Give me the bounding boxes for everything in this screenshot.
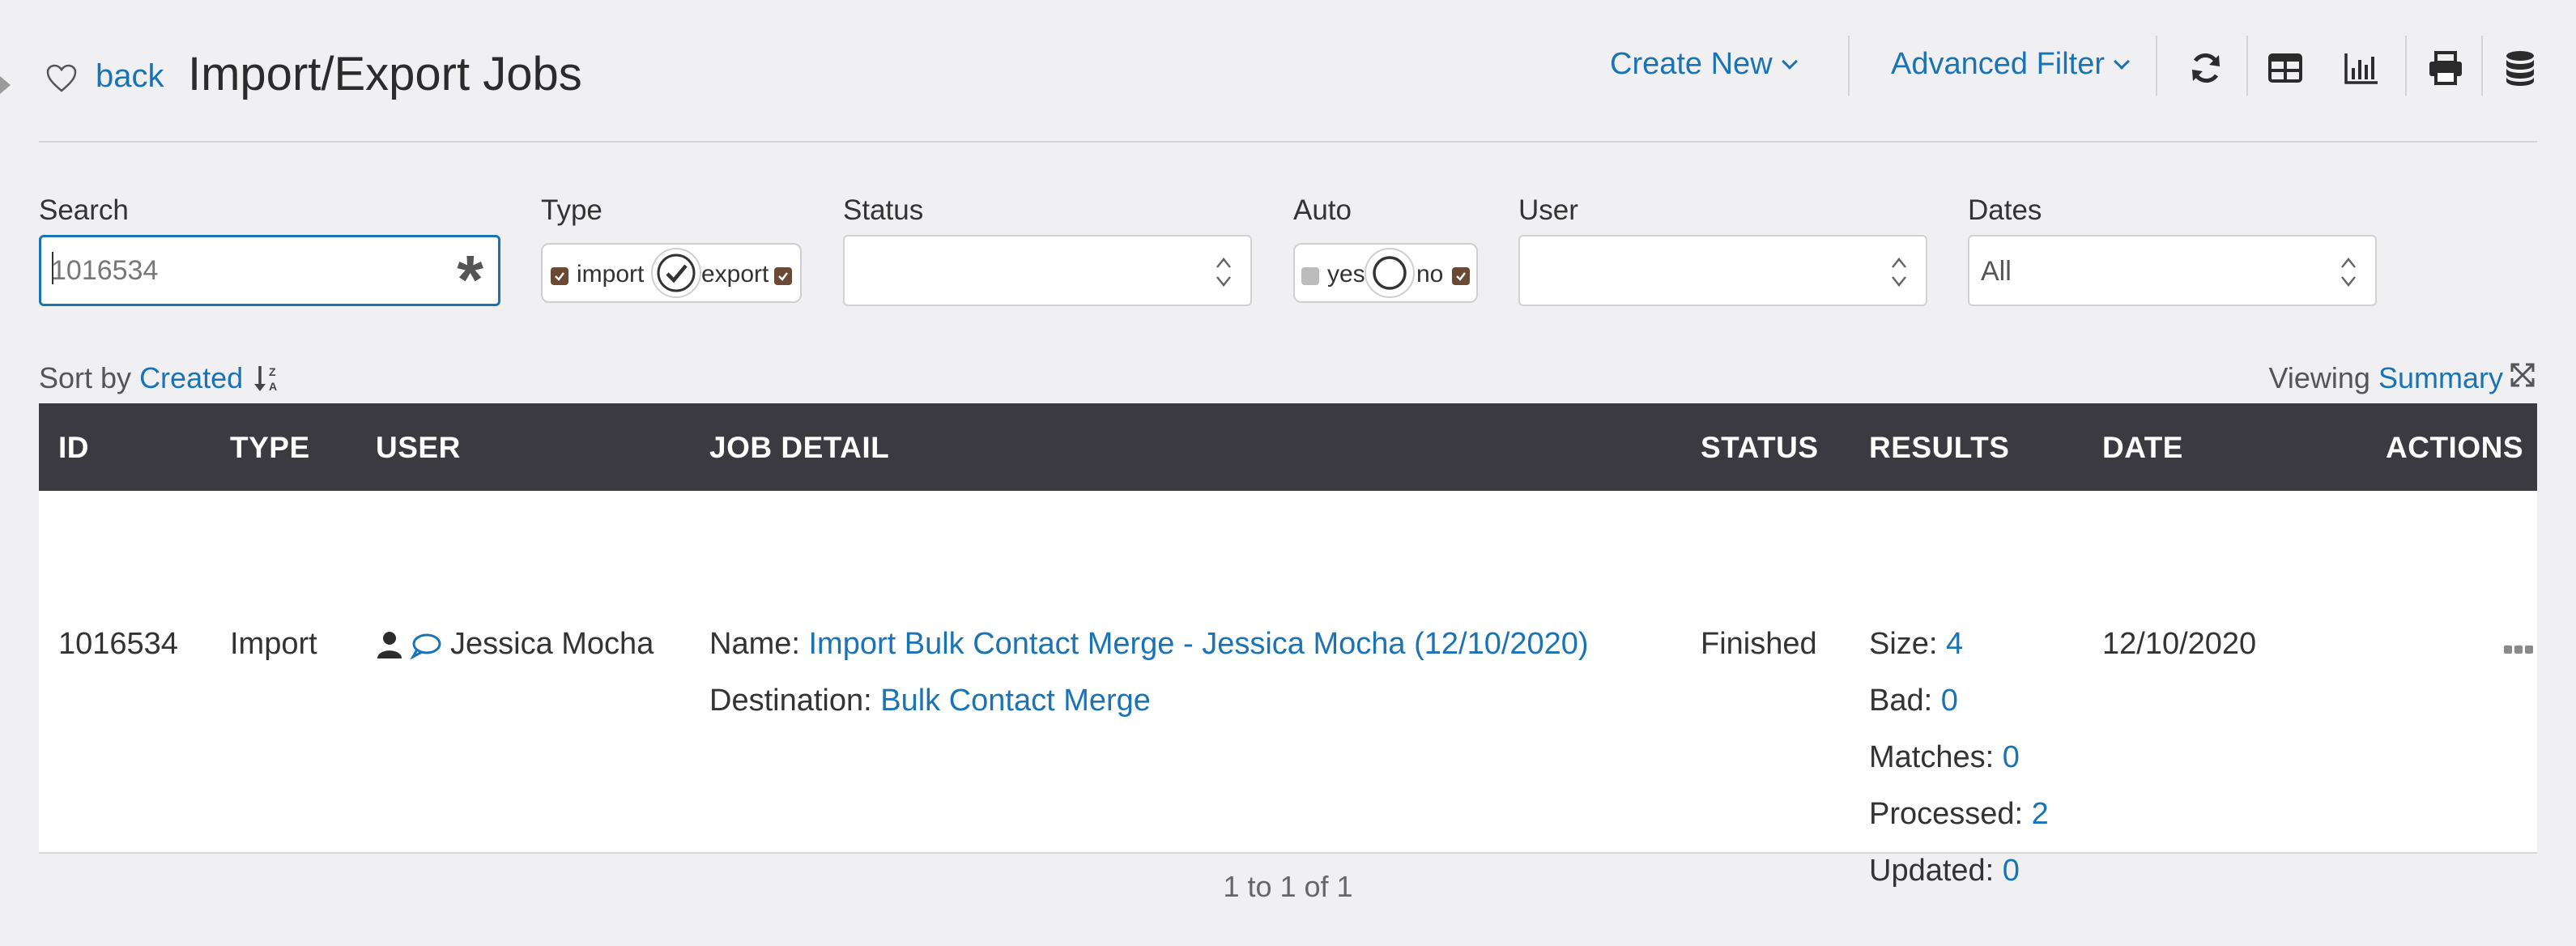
result-processed: Processed: 2	[1869, 797, 2049, 832]
dates-label: Dates	[1968, 194, 2042, 226]
advanced-filter-label: Advanced Filter	[1891, 47, 2106, 81]
type-export-label: export	[701, 261, 769, 288]
chevron-down-icon	[2114, 53, 2130, 70]
result-matches-label: Matches:	[1869, 740, 1995, 774]
auto-toggle-knob[interactable]	[1365, 248, 1415, 298]
job-name-label: Name:	[709, 627, 800, 661]
user-label: User	[1518, 194, 1578, 226]
page-title: Import/Export Jobs	[188, 48, 582, 100]
collapse-arrow-icon[interactable]	[0, 76, 11, 94]
row-actions-menu-icon[interactable]	[2504, 643, 2536, 658]
job-type-link[interactable]: Import	[230, 627, 317, 662]
job-destination: Destination: Bulk Contact Merge	[709, 684, 1151, 718]
viewing-label: Viewing	[2268, 361, 2370, 394]
status-label: Status	[843, 194, 924, 226]
type-toggle-knob[interactable]	[651, 248, 701, 298]
column-header-id[interactable]: ID	[58, 431, 89, 465]
user-icon	[377, 632, 402, 658]
job-id: 1016534	[58, 627, 178, 661]
user-select[interactable]	[1518, 235, 1927, 306]
table-view-icon[interactable]	[2266, 49, 2305, 87]
import-checkbox[interactable]	[551, 267, 568, 285]
result-size-link[interactable]: 4	[1946, 627, 1963, 661]
jobs-table: ID TYPE USER JOB DETAIL STATUS RESULTS D…	[39, 403, 2537, 888]
toolbar-divider	[2156, 36, 2157, 96]
column-header-date[interactable]: DATE	[2102, 431, 2183, 465]
toolbar-divider	[2405, 36, 2407, 96]
toolbar-divider	[1848, 36, 1850, 96]
asterisk-icon[interactable]: *	[457, 245, 483, 313]
pagination-summary: 1 to 1 of 1	[1223, 870, 1353, 903]
job-name: Name: Import Bulk Contact Merge - Jessic…	[709, 627, 1589, 662]
job-user-link[interactable]: Jessica Mocha	[450, 627, 654, 662]
create-new-button[interactable]: Create New	[1610, 47, 1798, 82]
viewing: Viewing Summary	[2269, 361, 2503, 395]
column-header-results[interactable]: RESULTS	[1869, 431, 2009, 465]
database-icon[interactable]	[2501, 49, 2540, 87]
header-divider	[39, 141, 2537, 143]
dates-select-value: All	[1981, 256, 2012, 287]
table-header: ID TYPE USER JOB DETAIL STATUS RESULTS D…	[39, 403, 2537, 491]
job-destination-label: Destination:	[709, 684, 872, 718]
updown-icon	[2341, 257, 2356, 288]
sort-field-link[interactable]: Created	[139, 361, 243, 394]
chevron-down-icon	[1781, 53, 1798, 70]
updown-icon	[1216, 257, 1231, 288]
job-destination-link[interactable]: Bulk Contact Merge	[880, 684, 1151, 718]
result-size-label: Size:	[1869, 627, 1938, 661]
create-new-label: Create New	[1610, 47, 1773, 81]
chart-icon[interactable]	[2342, 49, 2381, 87]
toolbar-divider	[2481, 36, 2483, 96]
result-bad: Bad: 0	[1869, 684, 1958, 718]
text-cursor	[52, 252, 53, 284]
job-date-link[interactable]: 12/10/2020	[2102, 627, 2256, 662]
column-header-user[interactable]: USER	[376, 431, 461, 465]
sort-by: Sort by Created	[39, 361, 243, 395]
column-header-status[interactable]: STATUS	[1701, 431, 1819, 465]
chat-icon[interactable]	[410, 632, 442, 659]
result-processed-link[interactable]: 2	[2032, 797, 2049, 831]
dates-select[interactable]: All	[1968, 235, 2377, 306]
result-size: Size: 4	[1869, 627, 1963, 662]
result-processed-label: Processed:	[1869, 797, 2024, 831]
column-header-job-detail[interactable]: JOB DETAIL	[709, 431, 889, 465]
result-bad-link[interactable]: 0	[1941, 684, 1958, 718]
search-input-value: 1016534	[51, 255, 159, 286]
viewing-mode-link[interactable]: Summary	[2378, 361, 2503, 394]
auto-no-checkbox[interactable]	[1452, 267, 1470, 285]
updown-icon	[1892, 257, 1906, 288]
type-import-label: import	[577, 261, 645, 288]
job-status: Finished	[1701, 627, 1817, 661]
auto-toggle[interactable]: yes no	[1293, 243, 1478, 303]
sort-by-label: Sort by	[39, 361, 132, 394]
result-matches: Matches: 0	[1869, 740, 2020, 775]
auto-yes-checkbox[interactable]	[1301, 267, 1319, 285]
print-icon[interactable]	[2426, 49, 2465, 87]
refresh-icon[interactable]	[2186, 49, 2225, 87]
type-toggle[interactable]: import export	[541, 243, 802, 303]
auto-no-label: no	[1416, 261, 1444, 288]
svg-text:A: A	[269, 380, 277, 393]
toolbar-divider	[2246, 36, 2248, 96]
result-bad-label: Bad:	[1869, 684, 1933, 718]
auto-yes-label: yes	[1327, 261, 1365, 288]
heart-icon[interactable]	[45, 63, 78, 94]
job-name-link[interactable]: Import Bulk Contact Merge - Jessica Moch…	[808, 627, 1588, 661]
export-checkbox[interactable]	[774, 267, 792, 285]
auto-label: Auto	[1293, 194, 1352, 226]
svg-text:Z: Z	[269, 365, 276, 378]
status-select[interactable]	[843, 235, 1252, 306]
advanced-filter-button[interactable]: Advanced Filter	[1891, 47, 2130, 82]
expand-icon[interactable]	[2509, 361, 2536, 389]
search-label: Search	[39, 194, 129, 226]
type-label: Type	[541, 194, 602, 226]
column-header-type[interactable]: TYPE	[230, 431, 310, 465]
table-row[interactable]: 1016534 Import Jessica Mocha Name: Impor…	[39, 491, 2537, 888]
column-header-actions: ACTIONS	[2386, 431, 2523, 464]
search-input[interactable]: 1016534 *	[39, 235, 500, 313]
back-link[interactable]: back	[96, 58, 164, 95]
sort-direction-icon[interactable]: Z A	[253, 363, 283, 394]
result-matches-link[interactable]: 0	[2003, 740, 2020, 774]
